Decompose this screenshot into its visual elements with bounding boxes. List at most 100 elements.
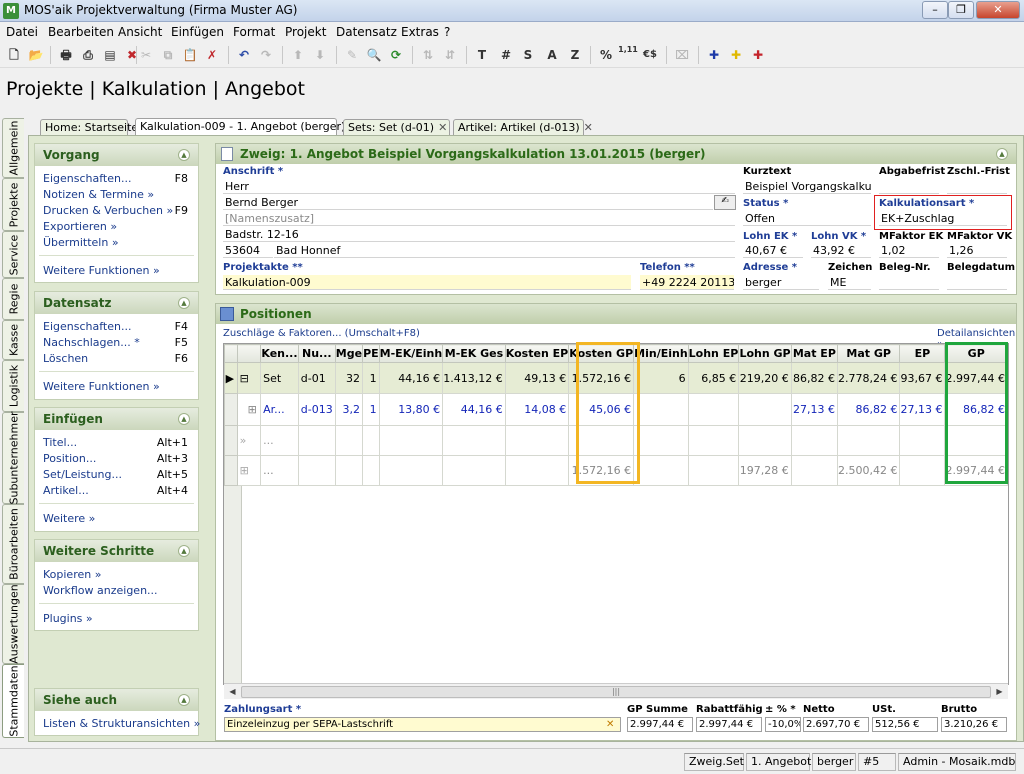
zschl-frist-field[interactable] (947, 179, 1007, 194)
telefon-field[interactable]: +49 2224 2011345 (640, 275, 734, 290)
menu-extras[interactable]: Extras (401, 25, 439, 39)
column-header[interactable]: Mat EP (790, 344, 838, 363)
print-preview-icon[interactable]: ⎙ (78, 45, 98, 65)
table-cell[interactable]: Ar... (260, 393, 299, 426)
table-cell[interactable] (297, 425, 336, 456)
ort-field[interactable]: Bad Honnef (274, 243, 735, 258)
calculator-icon[interactable]: ⌧ (672, 45, 692, 65)
vtab-regie[interactable]: Regie (2, 278, 24, 320)
vtab-service[interactable]: Service (2, 231, 24, 278)
table-cell[interactable] (362, 425, 380, 456)
anrede-field[interactable]: Herr (223, 179, 735, 194)
task-titel[interactable]: Titel... (43, 436, 77, 449)
menu-ansicht[interactable]: Ansicht (118, 25, 162, 39)
print-icon[interactable]: 🖶 (56, 45, 76, 65)
table-cell[interactable]: 14,08 € (504, 393, 570, 426)
row-selector[interactable] (224, 455, 238, 486)
column-header[interactable]: EP (899, 344, 946, 363)
number-format-button[interactable]: 1,11 (618, 45, 638, 65)
table-cell[interactable]: 1 (362, 362, 380, 394)
table-cell[interactable] (504, 425, 570, 456)
table-cell[interactable]: 32 (334, 362, 364, 394)
export-icon[interactable]: ▤ (100, 45, 120, 65)
table-cell[interactable] (362, 455, 380, 486)
table-cell[interactable]: 3,2 (334, 393, 364, 426)
row-selector[interactable] (224, 425, 238, 456)
table-cell[interactable] (738, 425, 792, 456)
table-cell[interactable]: ... (260, 455, 299, 486)
table-cell[interactable] (504, 455, 570, 486)
task-set-leistung[interactable]: Set/Leistung... (43, 468, 122, 481)
filter-icon[interactable]: ⇵ (440, 45, 460, 65)
column-header[interactable]: Lohn EP (687, 344, 740, 363)
insert-set-button[interactable]: S (518, 45, 538, 65)
table-cell[interactable]: 1.413,12 € (442, 362, 506, 394)
edit-icon[interactable]: ✎ (342, 45, 362, 65)
column-header[interactable]: Ken... (260, 344, 299, 363)
table-cell[interactable] (297, 455, 336, 486)
task-uebermitteln[interactable]: Übermitteln » (43, 236, 119, 249)
status-field[interactable]: Offen (743, 211, 871, 226)
task-pane-header[interactable]: Weitere Schritte ▲ (35, 540, 198, 562)
clear-icon[interactable]: ✕ (606, 719, 614, 730)
table-cell[interactable] (836, 425, 901, 456)
insert-article-button[interactable]: A (542, 45, 562, 65)
open-folder-icon[interactable]: 📂 (26, 45, 46, 65)
task-nachschlagen[interactable]: Nachschlagen... * (43, 336, 140, 349)
puzzle-blue-icon[interactable]: ✚ (704, 45, 724, 65)
insert-subtotal-button[interactable]: Z (565, 45, 585, 65)
task-notizen[interactable]: Notizen & Termine » (43, 188, 154, 201)
column-header[interactable]: Min/Einh (633, 344, 689, 363)
table-cell[interactable] (378, 455, 444, 486)
tab-sets[interactable]: Sets: Set (d-01) ✕ (343, 119, 450, 136)
collapse-chevron-icon[interactable]: ▲ (178, 545, 190, 557)
table-cell[interactable] (633, 455, 689, 486)
vtab-stammdaten[interactable]: Stammdaten (2, 664, 24, 738)
table-cell[interactable] (378, 425, 444, 456)
move-down-icon[interactable]: ⬇ (310, 45, 330, 65)
mfaktor-ek-field[interactable]: 1,02 (879, 243, 939, 258)
table-cell[interactable] (334, 425, 364, 456)
tab-kalkulation[interactable]: Kalkulation-009 - 1. Angebot (berger)✕ (135, 118, 359, 136)
puzzle-red-icon[interactable]: ✚ (748, 45, 768, 65)
percent-button[interactable]: % (596, 45, 616, 65)
tab-artikel[interactable]: Artikel: Artikel (d-013) ✕ (453, 119, 593, 136)
zuschlaege-link[interactable]: Zuschläge & Faktoren... (Umschalt+F8) (223, 328, 420, 339)
collapse-chevron-icon[interactable]: ▲ (178, 149, 190, 161)
table-cell[interactable] (334, 455, 364, 486)
table-cell[interactable] (790, 455, 838, 486)
column-header[interactable]: Nu... (297, 344, 336, 363)
vtab-logistik[interactable]: Logistik (2, 360, 24, 412)
scroll-left-icon[interactable]: ◀ (225, 685, 240, 699)
task-weitere-funktionen[interactable]: Weitere Funktionen » (43, 380, 160, 393)
table-cell[interactable]: 1 (362, 393, 380, 426)
table-cell[interactable]: 27,13 € (790, 393, 838, 426)
task-pane-header[interactable]: Datensatz ▲ (35, 292, 198, 314)
task-loeschen[interactable]: Löschen (43, 352, 88, 365)
beleg-nr-field[interactable] (879, 275, 939, 290)
maximize-button[interactable]: ❐ (948, 1, 974, 19)
vtab-auswertungen[interactable]: Auswertungen (2, 584, 24, 664)
table-cell[interactable]: 44,16 € (442, 393, 506, 426)
rabatt-prozent-field[interactable]: -10,0% (765, 717, 801, 732)
table-cell[interactable]: 197,28 € (738, 455, 792, 486)
plz-field[interactable]: 53604 (223, 243, 273, 258)
table-cell[interactable]: Set (260, 362, 299, 394)
brutto-field[interactable]: 3.210,26 € (941, 717, 1007, 732)
task-plugins[interactable]: Plugins » (43, 612, 93, 625)
table-cell[interactable]: 44,16 € (378, 362, 444, 394)
table-cell[interactable]: 6 (633, 362, 689, 394)
task-weitere-funktionen[interactable]: Weitere Funktionen » (43, 264, 160, 277)
ust-field[interactable]: 512,56 € (872, 717, 938, 732)
menu-format[interactable]: Format (233, 25, 275, 39)
table-cell[interactable] (687, 393, 740, 426)
rabattfaehig-field[interactable]: 2.997,44 € (696, 717, 762, 732)
task-eigenschaften[interactable]: Eigenschaften... (43, 320, 131, 333)
namenszusatz-field[interactable]: [Namenszusatz] (223, 211, 735, 226)
task-pane-header[interactable]: Einfügen ▲ (35, 408, 198, 430)
currency-button[interactable]: €$ (640, 45, 660, 65)
table-cell[interactable] (442, 425, 506, 456)
menu-datensatz[interactable]: Datensatz (336, 25, 397, 39)
table-cell[interactable] (738, 393, 792, 426)
gp-summe-field[interactable]: 2.997,44 € (627, 717, 693, 732)
